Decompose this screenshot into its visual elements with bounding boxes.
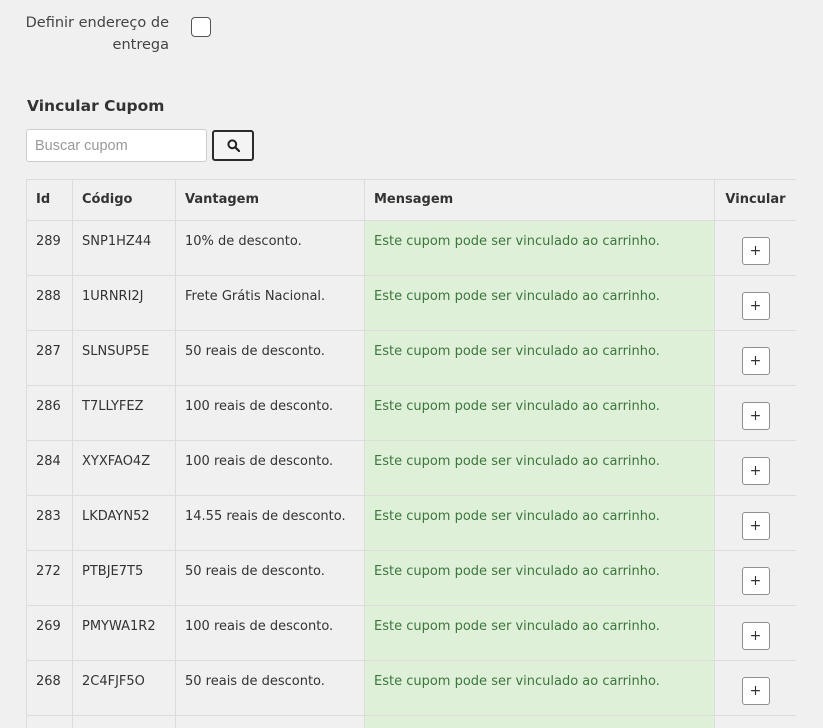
cell-id: 268: [26, 660, 73, 716]
cell-advantage: 50 reais de desconto.: [175, 660, 365, 716]
add-coupon-button[interactable]: +: [741, 457, 770, 485]
table-row: 288 1URNRI2J Frete Grátis Nacional. Este cu…: [26, 275, 796, 331]
cell-id: 287: [26, 330, 73, 386]
table-row: 283 LKDAYN52 14.55 reais de desconto. Este …: [26, 495, 796, 551]
cell-code: 1URNRI2J: [72, 275, 176, 331]
cell-code: T7LLYFEZ: [72, 385, 176, 441]
cell-id: 284: [26, 440, 73, 496]
cell-message: Este cupom pode ser vinculado ao carrinh…: [364, 660, 715, 716]
cell-partial: [26, 715, 73, 728]
cell-id: 288: [26, 275, 73, 331]
column-header-advantage: Vantagem: [175, 179, 365, 221]
search-icon: [226, 139, 240, 152]
cell-message: Este cupom pode ser vinculado ao carrinh…: [364, 220, 715, 276]
table-row: 284 XYXFAO4Z 100 reais de desconto. Este cu…: [26, 440, 796, 496]
cell-id: 269: [26, 605, 73, 661]
cell-code: 2C4FJF5O: [72, 660, 176, 716]
add-coupon-button[interactable]: +: [741, 237, 770, 265]
column-header-message: Mensagem: [364, 179, 715, 221]
table-row: 272 PTBJE7T5 50 reais de desconto. Este cup…: [26, 550, 796, 606]
table-row: 268 2C4FJF5O 50 reais de desconto. Este cup…: [26, 660, 796, 716]
cell-code: SLNSUP5E: [72, 330, 176, 386]
cell-link: +: [714, 385, 796, 441]
cell-link: +: [714, 220, 796, 276]
cell-link: +: [714, 660, 796, 716]
cell-advantage: 100 reais de desconto.: [175, 605, 365, 661]
cell-partial: [714, 715, 796, 728]
add-coupon-button[interactable]: +: [741, 622, 770, 650]
cell-advantage: 50 reais de desconto.: [175, 330, 365, 386]
coupon-table-container: Id Código Vantagem Mensagem Vincular 289…: [26, 179, 796, 728]
cell-advantage: 100 reais de desconto.: [175, 440, 365, 496]
table-row: 289 SNP1HZ44 10% de desconto. Este cupom po…: [26, 220, 796, 276]
cell-id: 283: [26, 495, 73, 551]
column-header-link: Vincular: [714, 179, 796, 221]
cell-code: XYXFAO4Z: [72, 440, 176, 496]
coupon-table-header: Id Código Vantagem Mensagem Vincular: [26, 179, 796, 221]
cell-code: SNP1HZ44: [72, 220, 176, 276]
cell-partial: [175, 715, 365, 728]
cell-link: +: [714, 605, 796, 661]
cell-message: Este cupom pode ser vinculado ao carrinh…: [364, 275, 715, 331]
cell-partial: [364, 715, 715, 728]
add-coupon-button[interactable]: +: [741, 347, 770, 375]
delivery-address-checkbox[interactable]: [191, 17, 211, 37]
add-coupon-button[interactable]: +: [741, 402, 770, 430]
cell-link: +: [714, 275, 796, 331]
table-row: 287 SLNSUP5E 50 reais de desconto. Este cup…: [26, 330, 796, 386]
add-coupon-button[interactable]: +: [741, 677, 770, 705]
cell-advantage: 100 reais de desconto.: [175, 385, 365, 441]
column-header-code: Código: [72, 179, 176, 221]
cell-link: +: [714, 495, 796, 551]
coupon-search-button[interactable]: [212, 130, 254, 161]
delivery-address-label: Definir endereço de entrega: [25, 15, 169, 53]
coupon-table: Id Código Vantagem Mensagem Vincular 289…: [26, 179, 796, 728]
table-row-partial: [26, 715, 796, 728]
cell-id: 286: [26, 385, 73, 441]
column-header-id: Id: [26, 179, 73, 221]
cell-advantage: Frete Grátis Nacional.: [175, 275, 365, 331]
cell-id: 289: [26, 220, 73, 276]
cell-link: +: [714, 550, 796, 606]
add-coupon-button[interactable]: +: [741, 567, 770, 595]
cell-advantage: 10% de desconto.: [175, 220, 365, 276]
cell-message: Este cupom pode ser vinculado ao carrinh…: [364, 385, 715, 441]
cell-message: Este cupom pode ser vinculado ao carrinh…: [364, 440, 715, 496]
cell-code: LKDAYN52: [72, 495, 176, 551]
coupon-section-title: Vincular Cupom: [27, 97, 165, 115]
cell-message: Este cupom pode ser vinculado ao carrinh…: [364, 495, 715, 551]
add-coupon-button[interactable]: +: [741, 512, 770, 540]
table-row: 269 PMYWA1R2 100 reais de desconto. Este cu…: [26, 605, 796, 661]
cell-advantage: 14.55 reais de desconto.: [175, 495, 365, 551]
cell-advantage: 50 reais de desconto.: [175, 550, 365, 606]
cell-message: Este cupom pode ser vinculado ao carrinh…: [364, 330, 715, 386]
add-coupon-button[interactable]: +: [741, 292, 770, 320]
cell-code: PTBJE7T5: [72, 550, 176, 606]
cell-link: +: [714, 330, 796, 386]
cell-partial: [72, 715, 176, 728]
delivery-address-row: Definir endereço de entrega: [0, 12, 230, 62]
cell-message: Este cupom pode ser vinculado ao carrinh…: [364, 605, 715, 661]
cell-message: Este cupom pode ser vinculado ao carrinh…: [364, 550, 715, 606]
cell-id: 272: [26, 550, 73, 606]
cell-link: +: [714, 440, 796, 496]
coupon-search-input[interactable]: [26, 129, 207, 162]
table-row: 286 T7LLYFEZ 100 reais de desconto. Este cu…: [26, 385, 796, 441]
cell-code: PMYWA1R2: [72, 605, 176, 661]
